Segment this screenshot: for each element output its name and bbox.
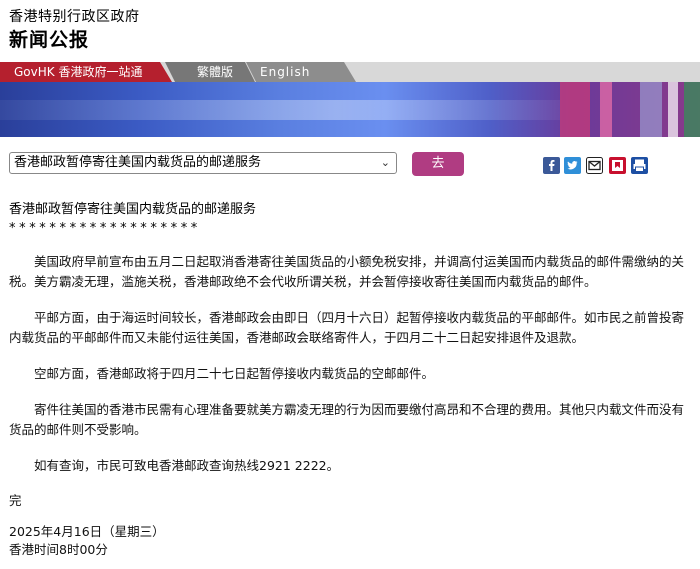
traditional-chinese-link[interactable]: 繁體版 <box>165 62 255 82</box>
english-link[interactable]: English <box>246 62 356 82</box>
release-time: 香港时间8时00分 <box>9 542 108 557</box>
email-icon[interactable] <box>586 157 603 174</box>
header-banner <box>0 82 700 137</box>
article-paragraph: 寄件往美国的香港市民需有心理准备要就美方霸凌无理的行为因而要缴付高昂和不合理的费… <box>9 402 685 437</box>
title-divider: ******************* <box>9 221 201 236</box>
end-mark: 完 <box>9 493 22 508</box>
gov-name: 香港特别行政区政府 <box>9 9 140 25</box>
top-navbar: GovHK 香港政府一站通 繁體版 English <box>0 62 700 82</box>
twitter-icon[interactable] <box>564 157 581 174</box>
article-paragraph: 如有查询，市民可致电香港邮政查询热线2921 2222。 <box>34 458 340 473</box>
release-date: 2025年4月16日（星期三） <box>9 524 165 539</box>
selected-option: 香港邮政暂停寄往美国内载货品的邮递服务 <box>14 155 262 170</box>
govhk-link[interactable]: GovHK 香港政府一站通 <box>0 62 172 82</box>
bookmark-icon[interactable] <box>609 157 626 174</box>
press-release-body: 香港邮政暂停寄往美国内载货品的邮递服务 ******************* … <box>9 198 694 559</box>
article-paragraph: 空邮方面，香港邮政将于四月二十七日起暂停接收内载货品的空邮邮件。 <box>34 366 435 381</box>
chevron-down-icon: ⌄ <box>380 156 390 169</box>
article-title: 香港邮政暂停寄往美国内载货品的邮递服务 <box>9 202 257 217</box>
page-type-title: 新闻公报 <box>9 29 90 51</box>
article-paragraph: 平邮方面，由于海运时间较长，香港邮政会由即日（四月十六日）起暂停接收内载货品的平… <box>9 310 685 345</box>
facebook-icon[interactable] <box>543 157 560 174</box>
go-button[interactable]: 去 <box>412 152 464 176</box>
press-release-select[interactable]: 香港邮政暂停寄往美国内载货品的邮递服务 ⌄ <box>9 152 397 174</box>
print-icon[interactable] <box>631 157 648 174</box>
article-paragraph: 美国政府早前宣布由五月二日起取消香港寄往美国货品的小额免税安排，并调高付运美国而… <box>9 254 685 289</box>
